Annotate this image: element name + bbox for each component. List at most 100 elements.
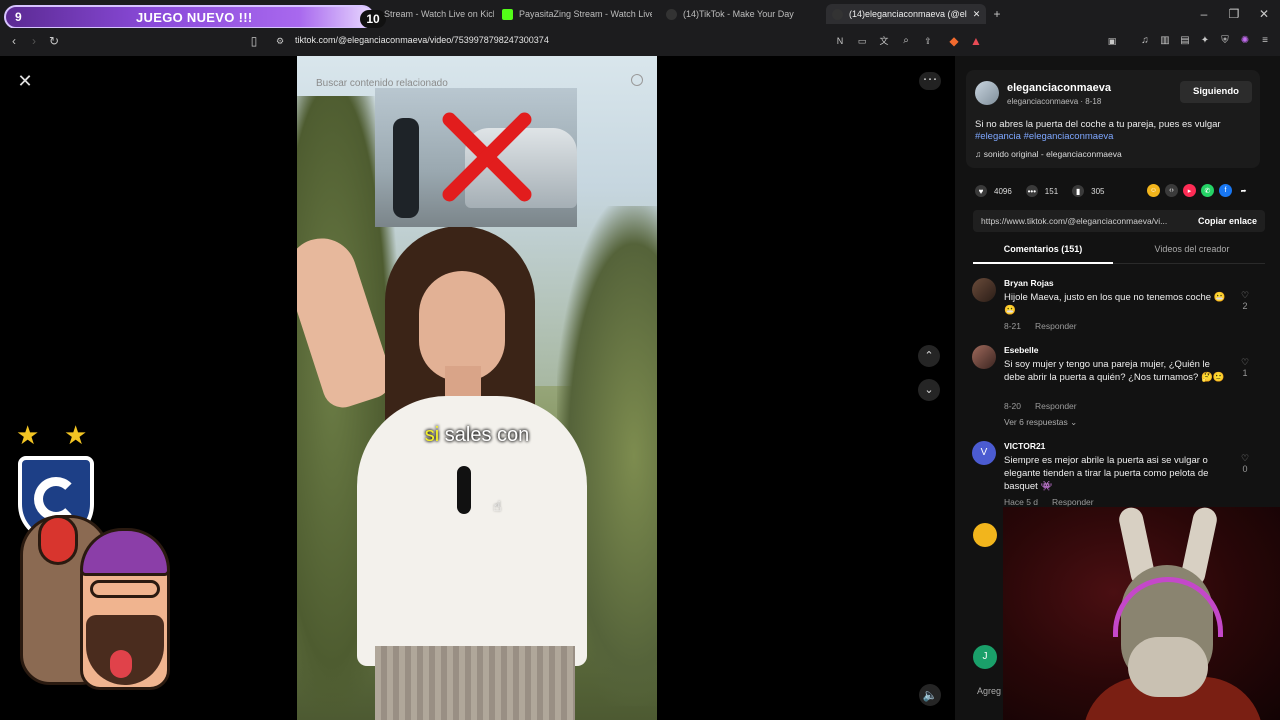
copy-link-button[interactable]: Copiar enlace <box>1198 216 1257 226</box>
cast-icon[interactable]: ▭ <box>854 34 870 48</box>
url-field[interactable]: tiktok.com/@eleganciaconmaeva/video/7539… <box>295 35 549 45</box>
next-video-button[interactable]: ⌄ <box>918 379 940 401</box>
comment-meta: Hace 5 d Responder <box>1004 497 1094 507</box>
embed-icon[interactable]: ‹› <box>1165 184 1178 197</box>
caricature-glasses <box>90 580 160 598</box>
extensions-icon[interactable]: ✦ <box>1197 34 1213 48</box>
zoom-icon[interactable]: ⌕ <box>898 34 914 48</box>
reload-icon[interactable]: ↻ <box>46 34 62 48</box>
window-close-icon[interactable]: ✕ <box>1256 7 1272 21</box>
forward-share-icon[interactable]: ➦ <box>1237 184 1250 197</box>
video-player[interactable]: Buscar contenido relacionado si sales co… <box>297 56 657 720</box>
avatar[interactable]: J <box>973 645 997 669</box>
save-stat[interactable]: ▮ 305 <box>1072 185 1105 197</box>
hashtag-links[interactable]: #elegancia #eleganciaconmaeva <box>975 131 1113 142</box>
video-person-skirt <box>375 646 575 720</box>
tab-payasitazing[interactable]: PayasitaZing Stream - Watch Live on <box>502 4 652 24</box>
banner-left-number: 9 <box>15 10 22 24</box>
screenshot-icon[interactable]: ▣ <box>1104 34 1120 48</box>
restore-icon[interactable]: ❐ <box>1226 7 1242 21</box>
author-name[interactable]: eleganciaconmaeva <box>1007 82 1111 94</box>
tab-comments[interactable]: Comentarios (151) <box>973 244 1113 254</box>
menu-icon[interactable]: ≡ <box>1257 34 1273 48</box>
comment-author[interactable]: Esebelle <box>1004 345 1039 355</box>
donkey-mascot-mouth <box>38 515 78 565</box>
comment-stat[interactable]: ••• 151 <box>1025 185 1058 197</box>
add-comment-input[interactable]: Agreg <box>977 686 1001 696</box>
media-icon[interactable]: ♫ <box>1137 34 1153 48</box>
address-bar-row: ‹ › ↻ ▯ ⚙ tiktok.com/@eleganciaconmaeva/… <box>0 28 1280 56</box>
view-replies-button[interactable]: Ver 6 respuestas ⌄ <box>1004 417 1077 428</box>
sidebar-icon[interactable]: ▥ <box>1157 34 1173 48</box>
leo-ai-icon[interactable]: ✺ <box>1237 34 1253 48</box>
share-icon[interactable]: ⇪ <box>920 34 936 48</box>
like-stat[interactable]: ♥ 4096 <box>975 185 1012 197</box>
comment-like[interactable]: ♡ 1 <box>1238 357 1252 379</box>
reply-link[interactable]: Responder <box>1035 401 1077 411</box>
avatar[interactable] <box>972 345 996 369</box>
tab-tiktok-video-active[interactable]: (14)eleganciaconmaeva (@el ✕ <box>826 4 986 24</box>
tab-kick-stream[interactable]: Stream - Watch Live on Kick <box>384 4 494 24</box>
reply-link[interactable]: Responder <box>1052 497 1094 507</box>
reader-icon[interactable]: N <box>832 34 848 48</box>
comment-like[interactable]: ♡ 0 <box>1238 453 1252 475</box>
tab-tiktok-home[interactable]: (14)TikTok - Make Your Day <box>666 4 816 24</box>
avatar[interactable] <box>975 81 999 105</box>
comment-meta: 8-20 Responder <box>1004 401 1077 411</box>
vpn-icon[interactable]: ⛨ <box>1217 34 1233 48</box>
minimize-icon[interactable]: – <box>1196 7 1212 21</box>
back-icon[interactable]: ‹ <box>6 34 22 48</box>
sound-link[interactable]: ♫ sonido original - eleganciaconmaeva <box>975 149 1122 159</box>
facebook-icon[interactable]: f <box>1219 184 1232 197</box>
site-info-icon[interactable]: ⚙ <box>272 34 288 48</box>
comment-text: Siempre es mejor abrile la puerta asi se… <box>1004 455 1209 492</box>
star-icon: ★ <box>16 420 40 450</box>
comment-date: 8-20 <box>1004 401 1022 411</box>
wallet-icon[interactable]: ▤ <box>1177 34 1193 48</box>
search-icon[interactable] <box>631 74 643 86</box>
comment-item: Bryan Rojas Hijole Maeva, justo en los q… <box>972 278 1262 334</box>
engagement-stats: ♥ 4096 ••• 151 ▮ 305 <box>975 184 1119 198</box>
reply-link[interactable]: Responder <box>1035 321 1077 331</box>
streamer-webcam <box>1003 507 1280 720</box>
tab-creator-videos[interactable]: Videos del creador <box>1119 244 1265 254</box>
tab-close-icon[interactable]: ✕ <box>973 9 981 20</box>
comment-author[interactable]: VICTOR21 <box>1004 441 1045 451</box>
inset-image <box>375 88 577 227</box>
browser-tab-strip: 9 JUEGO NUEVO !!! 10 Stream - Watch Live… <box>0 0 1280 29</box>
avatar[interactable] <box>973 523 997 547</box>
avatar[interactable]: V <box>972 441 996 465</box>
brave-shield-icon[interactable]: ◆ <box>946 34 962 48</box>
comment-like[interactable]: ♡ 2 <box>1238 290 1252 312</box>
description-text: Si no abres la puerta del coche a tu par… <box>975 119 1221 130</box>
translate-icon[interactable]: 文 <box>876 34 892 48</box>
video-description: Si no abres la puerta del coche a tu par… <box>975 119 1255 143</box>
previous-video-button[interactable]: ⌃ <box>918 345 940 367</box>
donkey-snout <box>1128 637 1208 697</box>
avatar[interactable] <box>972 278 996 302</box>
whatsapp-icon[interactable]: ✆ <box>1201 184 1214 197</box>
volume-button[interactable]: 🔈 <box>919 684 941 706</box>
forward-icon[interactable]: › <box>26 34 42 48</box>
close-video-button[interactable]: ✕ <box>15 72 35 92</box>
panel-tabs: Comentarios (151) Videos del creador <box>973 238 1265 264</box>
search-placeholder: Buscar contenido relacionado <box>316 77 448 89</box>
comment-text: Si soy mujer y tengo una pareja mujer, ¿… <box>1004 359 1225 383</box>
bookmark-icon: ▮ <box>1072 185 1085 197</box>
brave-rewards-icon[interactable]: ▲ <box>968 34 984 48</box>
stream-banner: 9 JUEGO NUEVO !!! 10 <box>4 5 386 29</box>
music-note-icon: ♫ <box>975 149 984 159</box>
bookmark-icon[interactable]: ▯ <box>246 34 262 48</box>
related-search-input[interactable]: Buscar contenido relacionado <box>309 72 645 94</box>
video-link[interactable]: https://www.tiktok.com/@eleganciaconmaev… <box>981 216 1175 226</box>
caption-text: sales con <box>444 424 530 446</box>
following-button[interactable]: Siguiendo <box>1180 81 1252 103</box>
send-icon[interactable]: ▸ <box>1183 184 1196 197</box>
heart-icon: ♥ <box>975 185 987 197</box>
banner-right-number: 10 <box>360 10 386 28</box>
new-tab-icon[interactable]: + <box>989 7 1005 21</box>
share-friends-icon[interactable]: ☺ <box>1147 184 1160 197</box>
caricature-tongue <box>110 650 132 678</box>
comment-author[interactable]: Bryan Rojas <box>1004 278 1054 288</box>
more-options-button[interactable]: ··· <box>919 71 941 90</box>
